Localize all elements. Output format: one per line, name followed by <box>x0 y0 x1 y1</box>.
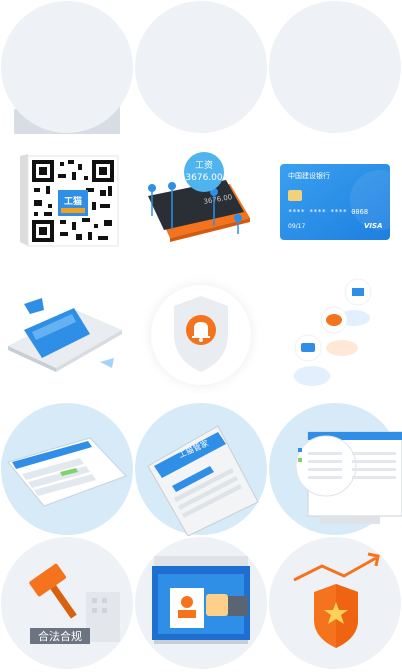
cell-phone-message <box>0 268 134 402</box>
cell-legal: 合法合规 <box>0 536 134 670</box>
cell-salary: 3676.00 工资 3676.00 <box>134 134 268 268</box>
cell-money: ¥ <box>268 0 402 134</box>
cell-document-approval <box>134 536 268 670</box>
qr-logo-text: 工猫 <box>64 195 82 207</box>
bank-card-icon: 中国建设银行 **** **** **** 0068 09/17 VISA <box>280 164 402 240</box>
card-brand: VISA <box>364 222 382 230</box>
cell-phone-app: 工猫管家 <box>134 402 268 536</box>
laptop-app-icon <box>7 437 127 507</box>
legal-gavel-icon <box>29 563 120 644</box>
legal-caption: 合法合规 <box>38 631 82 643</box>
shield-bell-icon <box>174 296 228 372</box>
notification-bubbles-icon <box>294 278 372 386</box>
phone-app-icon: 工猫管家 <box>147 425 259 536</box>
feature-icon-grid: ✦ ✦ ✦ ¥ <box>0 0 402 672</box>
cell-laptop-app <box>0 402 134 536</box>
shield-star-icon <box>293 552 380 648</box>
cell-bank-card: 中国建设银行 **** **** **** 0068 09/17 VISA <box>268 134 402 268</box>
card-number: **** **** **** 0068 <box>288 208 368 216</box>
salary-chart-icon: 3676.00 工资 3676.00 <box>148 152 250 242</box>
cell-shield-star <box>268 536 402 670</box>
cell-security: ✦ ✦ ✦ <box>0 0 134 134</box>
cell-qr: 工猫 <box>0 134 134 268</box>
cell-desktop-app <box>268 402 402 536</box>
salary-amount: 3676.00 <box>185 173 222 183</box>
cell-shield-bell <box>134 268 268 402</box>
qr-code-icon: 工猫 <box>20 154 119 247</box>
document-approval-icon <box>152 556 250 644</box>
cell-notifications <box>268 268 402 402</box>
bank-name: 中国建设银行 <box>288 171 330 180</box>
phone-message-icon <box>8 298 122 372</box>
desktop-app-icon <box>295 431 402 524</box>
salary-title: 工资 <box>195 160 213 171</box>
card-expiry: 09/17 <box>288 223 305 230</box>
cell-growth <box>134 0 268 134</box>
